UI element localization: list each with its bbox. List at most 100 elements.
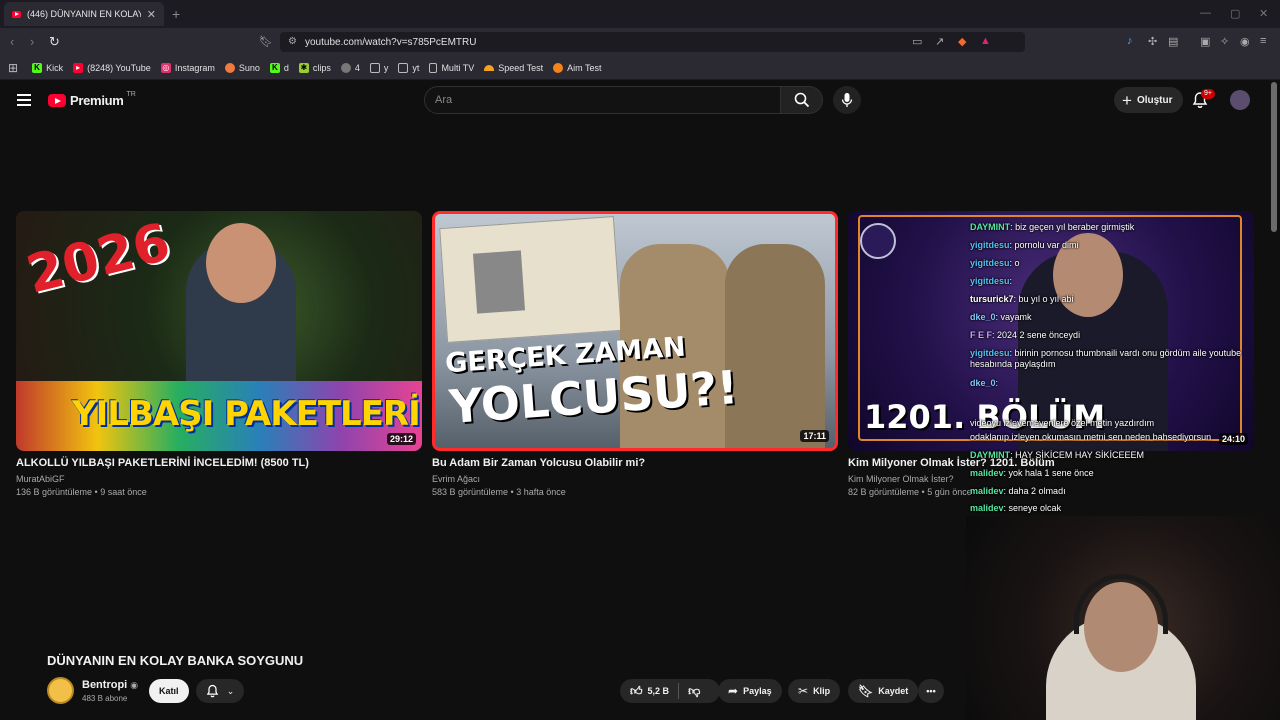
minimize-icon[interactable]: — xyxy=(1200,7,1211,19)
bookmark-aimtest[interactable]: Aim Test xyxy=(553,62,602,73)
youtube-premium-logo[interactable]: Premium TR xyxy=(48,91,136,108)
clip-label: Klip xyxy=(813,686,831,696)
page-scrollbar[interactable] xyxy=(1271,82,1277,232)
brave-shield-icon[interactable]: ◆ xyxy=(958,35,966,48)
ai-icon[interactable]: ✧ xyxy=(1220,35,1229,48)
bookmark-label: clips xyxy=(312,62,331,73)
wallet-icon[interactable]: ▣ xyxy=(1200,35,1210,48)
bookmark-multitv[interactable]: Multi TV xyxy=(429,62,474,73)
divider xyxy=(678,683,680,699)
chat-message: yigitdesu: pornolu var dimi xyxy=(970,240,1276,251)
video-title[interactable]: Bu Adam Bir Zaman Yolcusu Olabilir mi? xyxy=(432,457,838,469)
bookmark-instagram[interactable]: ◎ Instagram xyxy=(160,62,215,73)
video-title[interactable]: ALKOLLÜ YILBAŞI PAKETLERİNİ İNCELEDİM! (… xyxy=(16,457,422,469)
thumbnail-man-2 xyxy=(725,244,825,448)
bookmark-4[interactable]: 4 xyxy=(340,62,360,73)
sidebar-icon[interactable]: ▤ xyxy=(1168,35,1178,48)
kick-icon: K xyxy=(269,62,280,73)
vpn-icon[interactable]: ◉ xyxy=(1240,35,1250,48)
mic-icon xyxy=(841,93,853,107)
chat-username: tursurick7 xyxy=(970,294,1014,304)
bookmark-label: (8248) YouTube xyxy=(87,62,151,73)
page-icon xyxy=(429,62,438,73)
search-icon xyxy=(794,92,809,108)
chat-message: malidev: daha 2 olmadı xyxy=(970,486,1276,497)
chat-message: dke_0: xyxy=(970,378,1276,389)
bookmark-clips[interactable]: ✱ clips xyxy=(298,62,331,73)
forward-icon[interactable]: › xyxy=(30,34,34,49)
new-tab-icon[interactable]: + xyxy=(172,6,180,22)
chat-username: yigitdesu xyxy=(970,348,1010,358)
subscription-bell-button[interactable]: ⌄ xyxy=(196,679,244,703)
bookmark-youtube[interactable]: ▸ (8248) YouTube xyxy=(73,62,151,73)
rewards-icon[interactable]: ▲ xyxy=(980,35,991,47)
channel-name[interactable]: Evrim Ağacı xyxy=(432,474,838,484)
bookmark-folder-y[interactable]: y xyxy=(369,62,388,73)
chat-username: dke_0 xyxy=(970,312,996,322)
watch-channel-name[interactable]: Bentropi ◉ xyxy=(82,679,138,691)
subscriber-count: 483 B abone xyxy=(82,694,128,703)
video-card-2[interactable]: GERÇEK ZAMAN YOLCUSU?! 17:11 Bu Adam Bir… xyxy=(432,211,838,497)
create-label: Oluştur xyxy=(1136,94,1173,106)
video-duration: 29:12 xyxy=(386,433,416,445)
video-meta: 136 B görüntüleme • 9 saat önce xyxy=(16,487,147,497)
share-icon[interactable]: ↗ xyxy=(935,35,944,48)
thumbnail-presenter-face xyxy=(206,223,276,303)
share-button[interactable]: ➦ Paylaş xyxy=(718,679,782,703)
create-button[interactable]: + Oluştur xyxy=(1114,87,1183,113)
clip-button[interactable]: ✂ Klip xyxy=(788,679,841,703)
guide-menu-icon[interactable] xyxy=(17,94,31,106)
tab-close-icon[interactable]: ✕ xyxy=(147,8,156,21)
chat-message: videoyu izleyemeyenlere özel metin yazdı… xyxy=(970,418,1276,429)
search-input[interactable]: Ara xyxy=(424,86,781,114)
extensions-icon[interactable]: ✣ xyxy=(1148,35,1157,48)
video-thumbnail[interactable]: GERÇEK ZAMAN YOLCUSU?! 17:11 xyxy=(432,211,838,451)
like-count[interactable]: 5,2 B xyxy=(648,686,670,696)
browser-tab-active[interactable]: (446) DÜNYANIN EN KOLAY BAN ✕ xyxy=(4,2,164,26)
chat-message: yigitdesu: o xyxy=(970,258,1276,269)
video-thumbnail[interactable]: 2026 YILBAŞI PAKETLERİ 29:12 xyxy=(16,211,422,451)
bookmark-label: yt xyxy=(412,62,420,73)
channel-name-text: Bentropi xyxy=(82,679,128,691)
reload-icon[interactable]: ↻ xyxy=(49,34,60,50)
dislike-icon[interactable]: 👎︎ xyxy=(688,684,700,699)
channel-avatar[interactable] xyxy=(47,677,74,704)
voice-search-button[interactable] xyxy=(833,86,861,114)
chat-message: malidev: yok hala 1 sene önce xyxy=(970,468,1276,479)
bookmark-d[interactable]: Kd xyxy=(269,62,289,73)
chat-username: dke_0 xyxy=(970,378,996,388)
audio-icon[interactable]: ♪ xyxy=(1127,35,1133,47)
chat-message: yigitdesu: birinin pornosu thumbnaili va… xyxy=(970,348,1276,370)
bookmark-speedtest[interactable]: Speed Test xyxy=(484,63,543,73)
bookmark-kick[interactable]: K Kick xyxy=(32,62,63,73)
chat-message: odaklanıp izleyen okumasın metni sen ned… xyxy=(970,432,1276,443)
stream-chat-overlay: DAYMINT: biz geçen yıl beraber girmiştik… xyxy=(966,206,1280,516)
share-label: Paylaş xyxy=(743,686,772,696)
bookmark-label: 4 xyxy=(354,62,360,73)
chat-text: : o xyxy=(1009,258,1020,268)
bookmark-folder-yt[interactable]: yt xyxy=(398,62,420,73)
join-button[interactable]: Katıl xyxy=(149,679,189,703)
save-button[interactable]: 🔖︎ Kaydet xyxy=(848,679,919,703)
cast-icon[interactable]: ▭ xyxy=(912,35,922,48)
account-avatar[interactable] xyxy=(1230,90,1250,110)
close-window-icon[interactable]: ✕ xyxy=(1259,7,1268,20)
maximize-icon[interactable]: ▢ xyxy=(1230,7,1240,20)
bookmark-suno[interactable]: Suno xyxy=(224,62,260,73)
apps-icon[interactable]: ⊞ xyxy=(8,61,18,75)
channel-name[interactable]: MuratAbiGF xyxy=(16,474,422,484)
video-card-1[interactable]: 2026 YILBAŞI PAKETLERİ 29:12 ALKOLLÜ YIL… xyxy=(16,211,422,497)
site-info-icon[interactable]: ⚙︎ xyxy=(288,36,297,47)
back-icon[interactable]: ‹ xyxy=(10,34,14,49)
search-button[interactable] xyxy=(781,86,823,114)
bookmark-icon[interactable]: 🔖︎ xyxy=(259,35,273,48)
chat-message: DAYMINT: biz geçen yıl beraber girmiştik xyxy=(970,222,1276,233)
chat-username: yigitdesu xyxy=(970,258,1010,268)
youtube-header: Premium TR Ara + Oluştur 9+ xyxy=(0,80,1280,120)
more-actions-button[interactable]: ••• xyxy=(918,679,944,703)
clips-icon: ✱ xyxy=(298,62,309,73)
menu-icon[interactable]: ≡ xyxy=(1260,35,1266,47)
like-icon[interactable]: 👍︎ xyxy=(630,684,643,699)
share-arrow-icon: ➦ xyxy=(728,684,739,698)
chat-message: malidev: seneye olcak xyxy=(970,503,1276,514)
